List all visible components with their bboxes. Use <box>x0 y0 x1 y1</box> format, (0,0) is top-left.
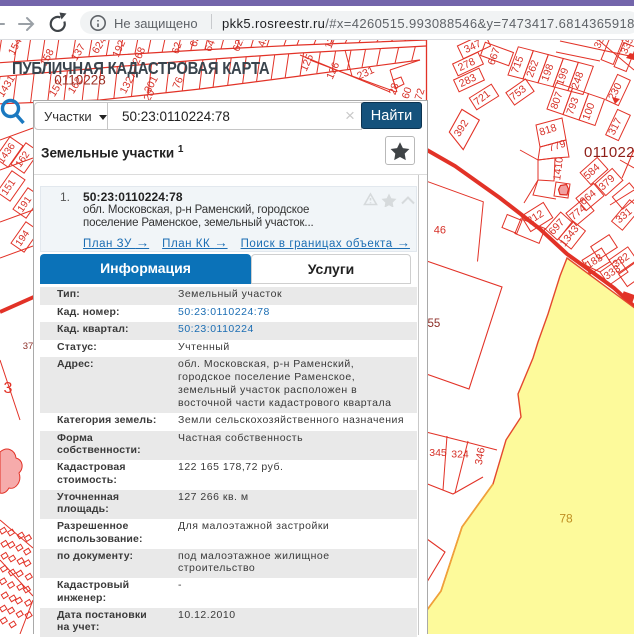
svg-text:62: 62 <box>170 41 185 56</box>
svg-text:126: 126 <box>324 60 342 81</box>
svg-text:818: 818 <box>538 122 559 139</box>
svg-text:151: 151 <box>0 177 18 197</box>
svg-text:192: 192 <box>110 38 128 59</box>
svg-text:64: 64 <box>202 38 218 53</box>
svg-text:100: 100 <box>580 101 597 122</box>
svg-text:324: 324 <box>451 449 469 461</box>
svg-text:347: 347 <box>462 38 483 56</box>
svg-text:807: 807 <box>548 90 565 111</box>
svg-text:779: 779 <box>547 138 568 155</box>
svg-text:198: 198 <box>539 62 556 83</box>
svg-text:345: 345 <box>429 447 447 459</box>
svg-text:793: 793 <box>564 96 581 117</box>
svg-text:194: 194 <box>14 228 33 248</box>
svg-text:191: 191 <box>16 194 35 214</box>
svg-text:667: 667 <box>486 46 503 67</box>
svg-text:346: 346 <box>473 446 488 465</box>
svg-text:55: 55 <box>428 318 441 330</box>
svg-text:78: 78 <box>559 512 573 526</box>
svg-text:1410: 1410 <box>551 156 566 181</box>
svg-text:392: 392 <box>452 118 472 139</box>
svg-text:199: 199 <box>554 66 571 87</box>
svg-text:46: 46 <box>434 225 446 237</box>
svg-text:262: 262 <box>524 58 541 79</box>
svg-text:278: 278 <box>456 56 477 74</box>
svg-text:37: 37 <box>23 341 34 352</box>
svg-text:0110225: 0110225 <box>584 144 634 161</box>
svg-text:721: 721 <box>472 88 493 108</box>
svg-text:584: 584 <box>581 161 602 182</box>
